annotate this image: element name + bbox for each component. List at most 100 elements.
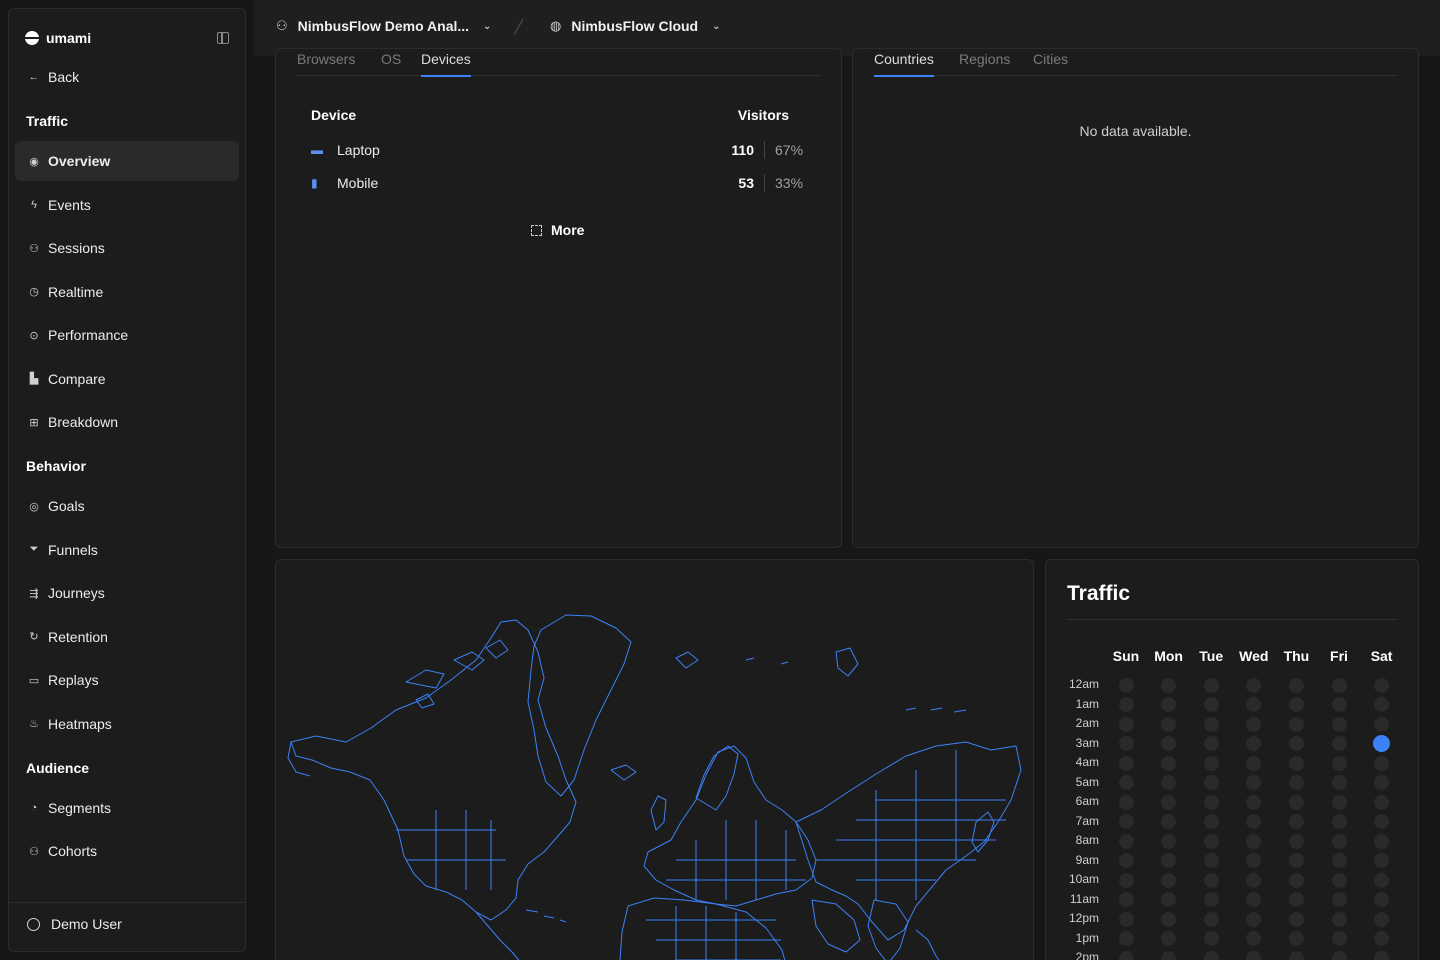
heatmap-cell[interactable] (1161, 833, 1177, 849)
sidebar-item-performance[interactable]: ⊙ Performance (15, 315, 239, 355)
sidebar-item-journeys[interactable]: ⇶ Journeys (15, 573, 239, 613)
sidebar-item-segments[interactable]: ◔ Segments (15, 788, 239, 828)
heatmap-cell[interactable] (1203, 755, 1219, 771)
heatmap-cell[interactable] (1118, 736, 1134, 751)
heatmap-cell[interactable] (1161, 677, 1177, 693)
heatmap-cell[interactable] (1161, 755, 1177, 771)
heatmap-cell[interactable] (1288, 892, 1304, 907)
heatmap-cell[interactable] (1203, 931, 1219, 946)
heatmap-cell[interactable] (1374, 755, 1390, 771)
heatmap-cell[interactable] (1246, 853, 1262, 868)
sidebar-item-breakdown[interactable]: ⊞ Breakdown (15, 402, 239, 442)
sidebar-item-funnels[interactable]: ⏷ Funnels (15, 530, 239, 570)
heatmap-cell[interactable] (1161, 716, 1177, 732)
heatmap-cell[interactable] (1288, 794, 1304, 810)
heatmap-cell[interactable] (1331, 853, 1347, 868)
heatmap-cell[interactable] (1331, 697, 1347, 712)
heatmap-cell[interactable] (1331, 716, 1347, 732)
heatmap-cell[interactable] (1374, 853, 1390, 868)
heatmap-cell[interactable] (1118, 950, 1134, 960)
heatmap-cell[interactable] (1331, 872, 1347, 888)
tab-os[interactable]: OS (381, 51, 401, 76)
heatmap-cell[interactable] (1203, 892, 1219, 907)
heatmap-cell[interactable] (1203, 677, 1219, 693)
heatmap-cell[interactable] (1331, 814, 1347, 829)
heatmap-cell[interactable] (1118, 814, 1134, 829)
heatmap-cell[interactable] (1246, 814, 1262, 829)
heatmap-cell[interactable] (1288, 853, 1304, 868)
heatmap-cell[interactable] (1118, 716, 1134, 732)
heatmap-cell[interactable] (1288, 775, 1304, 790)
heatmap-cell[interactable] (1374, 892, 1390, 907)
tab-browsers[interactable]: Browsers (297, 51, 355, 76)
heatmap-cell[interactable] (1161, 872, 1177, 888)
heatmap-cell[interactable] (1118, 931, 1134, 946)
heatmap-cell[interactable] (1203, 794, 1219, 810)
heatmap-cell[interactable] (1246, 716, 1262, 732)
heatmap-cell[interactable] (1331, 892, 1347, 907)
heatmap-cell[interactable] (1161, 697, 1177, 712)
sidebar-item-replays[interactable]: ▭ Replays (15, 660, 239, 700)
heatmap-cell[interactable] (1246, 833, 1262, 849)
heatmap-cell[interactable] (1246, 892, 1262, 907)
device-column-header[interactable]: Device (311, 107, 356, 123)
heatmap-cell[interactable] (1203, 736, 1219, 751)
heatmap-cell[interactable] (1288, 814, 1304, 829)
heatmap-cell[interactable] (1374, 716, 1390, 732)
sidebar-item-goals[interactable]: ◎ Goals (15, 486, 239, 526)
heatmap-cell[interactable] (1374, 814, 1390, 829)
heatmap-cell[interactable] (1331, 911, 1347, 927)
team-selector[interactable]: ⚇ NimbusFlow Demo Anal... ⌄ (276, 18, 491, 34)
back-link[interactable]: ← Back (15, 57, 239, 97)
visitors-column-header[interactable]: Visitors (738, 107, 789, 123)
heatmap-cell[interactable] (1161, 775, 1177, 790)
heatmap-cell[interactable] (1203, 814, 1219, 829)
heatmap-cell[interactable] (1246, 794, 1262, 810)
website-selector[interactable]: ◍ NimbusFlow Cloud ⌄ (550, 18, 721, 34)
tab-countries[interactable]: Countries (874, 51, 934, 77)
heatmap-cell[interactable] (1118, 697, 1134, 712)
heatmap-cell[interactable] (1331, 677, 1347, 693)
table-row[interactable]: ▮ Mobile 53 33% (311, 172, 805, 194)
heatmap-cell[interactable] (1161, 853, 1177, 868)
tab-cities[interactable]: Cities (1033, 51, 1068, 76)
heatmap-cell[interactable] (1203, 911, 1219, 927)
heatmap-cell[interactable] (1246, 755, 1262, 771)
heatmap-cell[interactable] (1203, 950, 1219, 960)
heatmap-cell[interactable] (1246, 697, 1262, 712)
heatmap-cell[interactable] (1161, 794, 1177, 810)
heatmap-cell[interactable] (1118, 794, 1134, 810)
heatmap-cell[interactable] (1288, 716, 1304, 732)
heatmap-cell[interactable] (1288, 911, 1304, 927)
heatmap-cell[interactable] (1288, 677, 1304, 693)
heatmap-cell[interactable] (1118, 677, 1134, 693)
heatmap-cell[interactable] (1374, 833, 1390, 849)
heatmap-cell[interactable] (1203, 853, 1219, 868)
heatmap-cell[interactable] (1374, 677, 1390, 693)
heatmap-cell[interactable] (1374, 931, 1390, 946)
tab-devices[interactable]: Devices (421, 51, 471, 77)
sidebar-item-retention[interactable]: ↻ Retention (15, 617, 239, 657)
heatmap-cell[interactable] (1373, 735, 1391, 752)
heatmap-cell[interactable] (1246, 911, 1262, 927)
heatmap-cell[interactable] (1374, 911, 1390, 927)
heatmap-cell[interactable] (1203, 833, 1219, 849)
heatmap-cell[interactable] (1246, 775, 1262, 790)
tab-regions[interactable]: Regions (959, 51, 1010, 76)
heatmap-cell[interactable] (1288, 697, 1304, 712)
heatmap-cell[interactable] (1331, 794, 1347, 810)
heatmap-cell[interactable] (1161, 911, 1177, 927)
heatmap-cell[interactable] (1331, 950, 1347, 960)
sidebar-item-compare[interactable]: ▙ Compare (15, 359, 239, 399)
heatmap-cell[interactable] (1288, 931, 1304, 946)
sidebar-collapse-icon[interactable] (217, 32, 229, 44)
heatmap-cell[interactable] (1203, 872, 1219, 888)
heatmap-cell[interactable] (1118, 775, 1134, 790)
heatmap-cell[interactable] (1203, 697, 1219, 712)
heatmap-cell[interactable] (1288, 736, 1304, 751)
heatmap-cell[interactable] (1203, 775, 1219, 790)
heatmap-cell[interactable] (1374, 872, 1390, 888)
more-button[interactable]: More (531, 222, 584, 238)
sidebar-item-realtime[interactable]: ◷ Realtime (15, 272, 239, 312)
heatmap-cell[interactable] (1288, 950, 1304, 960)
